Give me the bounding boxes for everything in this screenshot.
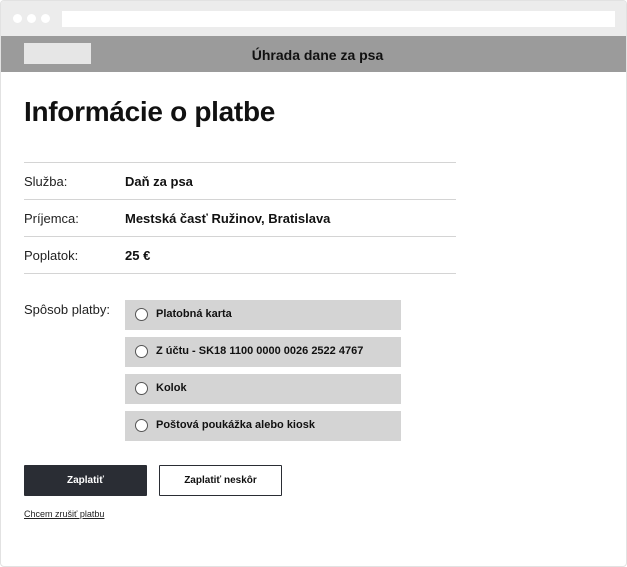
info-label: Poplatok: <box>24 248 79 263</box>
payment-option-account[interactable]: Z účtu - SK18 1100 0000 0026 2522 4767 <box>125 337 401 367</box>
radio-button-icon[interactable] <box>135 382 148 395</box>
header-title: Úhrada dane za psa <box>251 47 384 63</box>
radio-button-icon[interactable] <box>135 308 148 321</box>
option-label: Poštová poukážka alebo kiosk <box>156 419 315 431</box>
info-value: Mestská časť Ružinov, Bratislava <box>125 211 331 226</box>
address-bar[interactable] <box>62 11 615 27</box>
browser-window: Úhrada dane za psa Informácie o platbe S… <box>0 0 627 567</box>
option-label: Z účtu - SK18 1100 0000 0026 2522 4767 <box>156 345 364 357</box>
payment-method-label: Spôsob platby: <box>24 302 111 317</box>
window-dot-icon <box>13 14 22 23</box>
radio-button-icon[interactable] <box>135 345 148 358</box>
window-dot-icon <box>41 14 50 23</box>
option-label: Platobná karta <box>156 308 232 320</box>
payment-option-card[interactable]: Platobná karta <box>125 300 401 330</box>
info-value: 25 € <box>125 248 151 263</box>
pay-later-button[interactable]: Zaplatiť neskôr <box>159 465 282 496</box>
payment-info-table: Služba: Daň za psa Príjemca: Mestská čas… <box>24 162 456 274</box>
info-value: Daň za psa <box>125 174 193 189</box>
info-row-fee: Poplatok: 25 € <box>24 237 456 274</box>
window-dot-icon <box>27 14 36 23</box>
pay-button[interactable]: Zaplatiť <box>24 465 147 496</box>
payment-option-postal[interactable]: Poštová poukážka alebo kiosk <box>125 411 401 441</box>
payment-option-stamp[interactable]: Kolok <box>125 374 401 404</box>
payment-options: Platobná karta Z účtu - SK18 1100 0000 0… <box>125 300 401 448</box>
radio-button-icon[interactable] <box>135 419 148 432</box>
info-label: Príjemca: <box>24 211 79 226</box>
info-row-service: Služba: Daň za psa <box>24 163 456 200</box>
info-label: Služba: <box>24 174 68 189</box>
info-row-recipient: Príjemca: Mestská časť Ružinov, Bratisla… <box>24 200 456 237</box>
browser-chrome <box>1 1 626 36</box>
option-label: Kolok <box>156 382 187 394</box>
site-header: Úhrada dane za psa <box>1 36 626 72</box>
page-title: Informácie o platbe <box>24 96 276 127</box>
cancel-payment-link[interactable]: Chcem zrušiť platbu <box>24 509 104 519</box>
